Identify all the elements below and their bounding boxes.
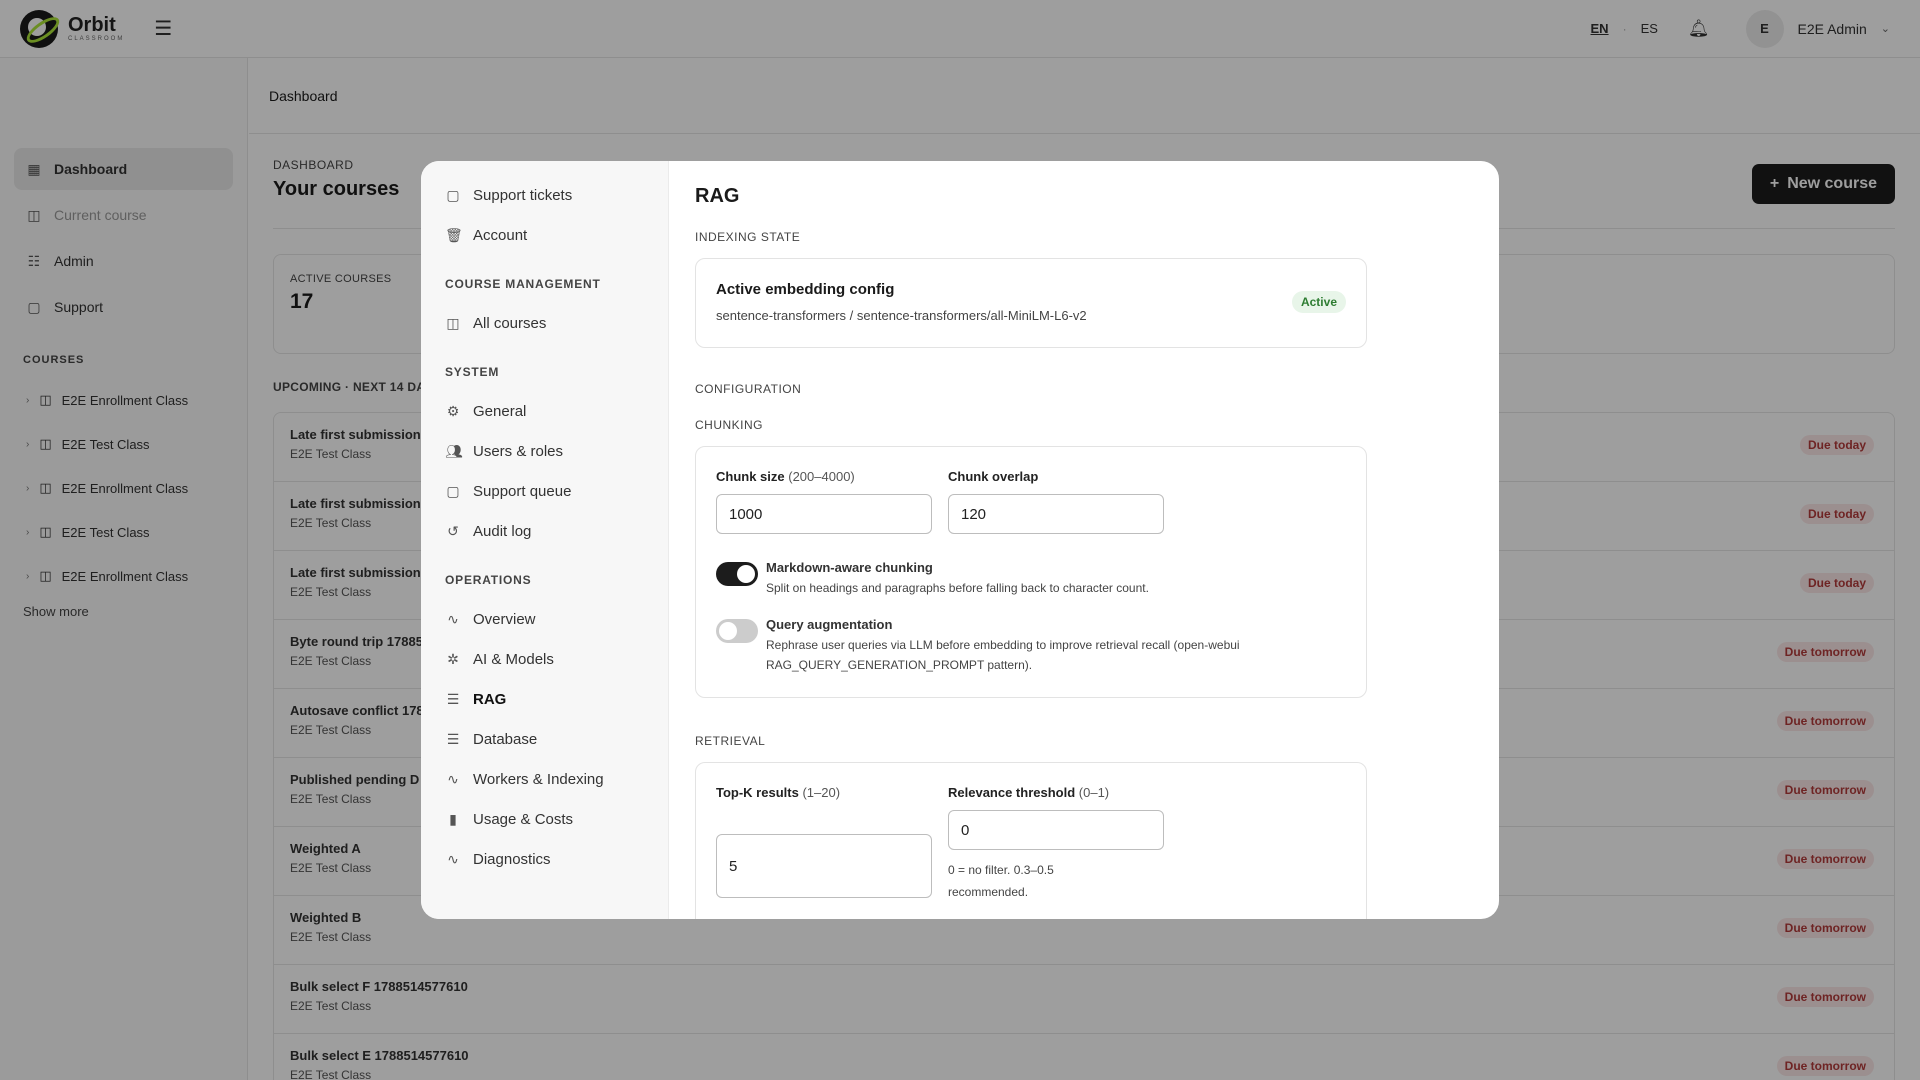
modal-nav: ▢ Support tickets 🗑︎ Account COURSE MANAGE… bbox=[421, 161, 669, 919]
rag-settings-panel: RAG INDEXING STATE Active embedding conf… bbox=[669, 161, 1499, 919]
chat-icon: ▢ bbox=[446, 482, 460, 499]
chunk-overlap-input[interactable]: 120 bbox=[948, 494, 1164, 534]
query-augmentation-desc: Rephrase user queries via LLM before emb… bbox=[766, 637, 1240, 672]
relevance-threshold-label: Relevance threshold bbox=[948, 785, 1076, 801]
nav-item-diagnostics[interactable]: ∿ Diagnostics bbox=[445, 839, 644, 879]
indexing-state-label: INDEXING STATE bbox=[695, 230, 801, 244]
nav-item-ai-models[interactable]: ✲ AI & Models bbox=[445, 639, 644, 679]
users-icon: 👥︎ bbox=[445, 442, 463, 459]
gear-icon: ⚙︎ bbox=[446, 402, 460, 419]
operations-heading: OPERATIONS bbox=[445, 573, 532, 587]
nav-item-users-roles[interactable]: 👥︎ Users & roles bbox=[445, 431, 644, 471]
history-icon: ↺ bbox=[447, 522, 459, 539]
query-augmentation-title: Query augmentation bbox=[766, 616, 893, 632]
topk-input[interactable]: 5 bbox=[716, 834, 932, 899]
nav-item-all-courses[interactable]: ◫ All courses bbox=[445, 303, 644, 343]
markdown-chunking-title: Markdown-aware chunking bbox=[766, 560, 933, 575]
markdown-chunking-toggle[interactable] bbox=[716, 562, 758, 586]
topk-hint: (1–20) bbox=[802, 785, 841, 801]
cog-icon: ✲ bbox=[447, 650, 459, 667]
system-heading: SYSTEM bbox=[445, 365, 500, 379]
pulse-icon: ∿ bbox=[447, 610, 459, 627]
bar-chart-icon: ▮ bbox=[449, 810, 457, 827]
nav-item-general[interactable]: ⚙︎ General bbox=[445, 391, 644, 431]
chunk-size-hint: (200–4000) bbox=[788, 469, 855, 484]
nav-item-usage-costs[interactable]: ▮ Usage & Costs bbox=[445, 799, 644, 839]
nav-item-overview[interactable]: ∿ Overview bbox=[445, 599, 644, 639]
chunk-size-label: Chunk size bbox=[716, 469, 785, 484]
relevance-threshold-note: 0 = no filter. 0.3–0.5 recommended. bbox=[948, 863, 1054, 899]
chunk-overlap-label: Chunk overlap bbox=[948, 469, 1039, 484]
retrieval-card: Top-K results (1–20) 5 Relevance thresho… bbox=[695, 762, 1367, 919]
nav-item-rag[interactable]: ☰ RAG bbox=[445, 679, 644, 719]
nav-item-database[interactable]: ☰ Database bbox=[445, 719, 644, 759]
admin-settings-modal: ▢ Support tickets 🗑︎ Account COURSE MANAGE… bbox=[421, 161, 1499, 919]
retrieval-label: RETRIEVAL bbox=[695, 734, 766, 749]
embedding-config-model: sentence-transformers / sentence-transfo… bbox=[716, 308, 1087, 323]
pulse-icon: ∿ bbox=[447, 850, 459, 867]
embedding-config-title: Active embedding config bbox=[716, 281, 895, 298]
trash-icon: 🗑︎ bbox=[445, 226, 463, 243]
configuration-label: CONFIGURATION bbox=[695, 382, 802, 396]
nav-item-workers-indexing[interactable]: ∿ Workers & Indexing bbox=[445, 759, 644, 799]
chunking-card: Chunk size (200–4000) 1000 Chunk overlap… bbox=[695, 446, 1367, 699]
chunking-label: CHUNKING bbox=[695, 418, 764, 432]
database-icon: ☰ bbox=[446, 730, 460, 747]
chat-icon: ▢ bbox=[446, 186, 460, 203]
topk-label: Top-K results bbox=[716, 785, 799, 801]
status-badge: Active bbox=[1291, 291, 1346, 313]
nav-item-support-queue[interactable]: ▢ Support queue bbox=[445, 471, 644, 511]
embedding-config-card: Active embedding config sentence-transfo… bbox=[695, 258, 1367, 348]
pulse-icon: ∿ bbox=[447, 770, 459, 787]
nav-item-account[interactable]: 🗑︎ Account bbox=[445, 215, 644, 255]
query-augmentation-toggle[interactable] bbox=[716, 618, 758, 643]
panel-title: RAG bbox=[695, 185, 740, 207]
book-icon: ◫ bbox=[446, 314, 460, 331]
nav-item-support-tickets[interactable]: ▢ Support tickets bbox=[445, 175, 644, 215]
relevance-threshold-hint: (0–1) bbox=[1078, 785, 1110, 801]
database-icon: ☰ bbox=[446, 690, 460, 707]
course-management-heading: COURSE MANAGEMENT bbox=[445, 277, 601, 291]
relevance-threshold-input[interactable]: 0 bbox=[948, 810, 1164, 851]
chunk-size-input[interactable]: 1000 bbox=[716, 494, 932, 534]
markdown-chunking-desc: Split on headings and paragraphs before … bbox=[766, 581, 1149, 595]
nav-item-audit-log[interactable]: ↺ Audit log bbox=[445, 511, 644, 551]
